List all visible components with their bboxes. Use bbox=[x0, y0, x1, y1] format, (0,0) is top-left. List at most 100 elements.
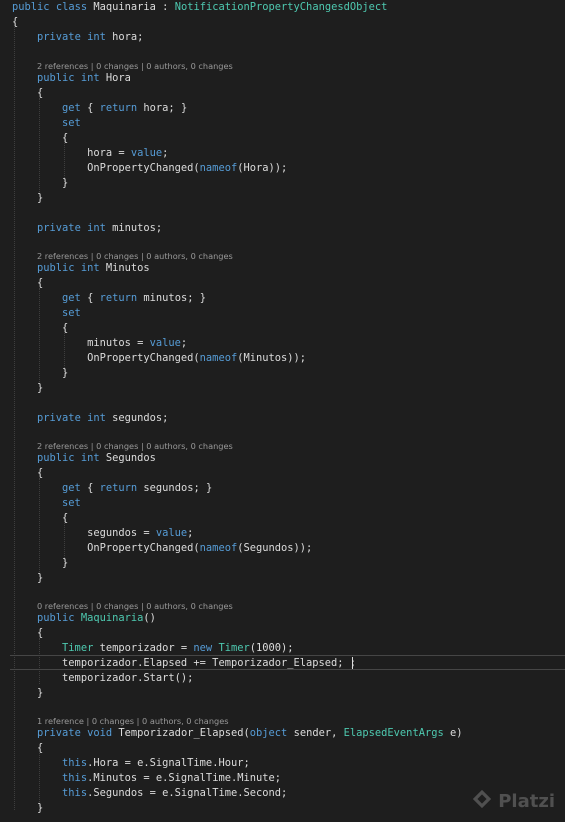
type-token: Timer bbox=[62, 642, 94, 654]
code-token: (Hora)); bbox=[237, 162, 288, 174]
code-token: Segundos bbox=[99, 452, 156, 464]
code-token: .Minutos = e.SignalTime.Minute; bbox=[87, 772, 282, 784]
platzi-logo-icon bbox=[471, 788, 493, 814]
code-line: OnPropertyChanged(nameof(Segundos)); bbox=[12, 541, 312, 556]
code-line: set bbox=[12, 496, 81, 511]
code-token: ; bbox=[180, 337, 188, 349]
code-editor[interactable]: public class Maquinaria : NotificationPr… bbox=[0, 0, 565, 822]
code-token: { bbox=[80, 102, 100, 114]
code-token: OnPropertyChanged( bbox=[12, 542, 200, 554]
code-line: segundos = value; bbox=[12, 526, 193, 541]
code-token: { bbox=[12, 87, 44, 99]
keyword-token: get bbox=[62, 102, 81, 114]
code-line: hora = value; bbox=[12, 146, 168, 161]
keyword-token: return bbox=[99, 102, 138, 114]
code-token: { bbox=[12, 467, 44, 479]
keyword-token: return bbox=[99, 292, 138, 304]
code-token: ; bbox=[187, 527, 194, 539]
code-token: Hora bbox=[99, 72, 131, 84]
keyword-token: private bbox=[37, 412, 81, 424]
code-token: segundos = bbox=[12, 527, 156, 539]
keyword-token: public bbox=[37, 452, 75, 464]
code-token: hora; } bbox=[137, 102, 188, 114]
code-token: sender, bbox=[287, 727, 344, 739]
keyword-token: int bbox=[87, 222, 106, 234]
code-line: { bbox=[12, 466, 43, 481]
code-token: } bbox=[12, 177, 69, 189]
code-line: OnPropertyChanged(nameof(Minutos)); bbox=[12, 351, 306, 366]
code-line: { bbox=[12, 626, 43, 641]
field-minutos: private int minutos; bbox=[12, 221, 162, 236]
code-token: } bbox=[12, 687, 44, 699]
code-token: ; bbox=[162, 147, 169, 159]
keyword-token: int bbox=[80, 262, 100, 274]
keyword-token: private bbox=[37, 222, 81, 234]
platzi-watermark: Platzi bbox=[471, 788, 555, 814]
code-line: this.Hora = e.SignalTime.Hour; bbox=[12, 756, 250, 771]
type-token: Maquinaria bbox=[80, 612, 144, 624]
keyword-token: value bbox=[149, 337, 181, 349]
code-line: get { return segundos; } bbox=[12, 481, 212, 496]
type-token: ElapsedEventArgs bbox=[343, 727, 444, 739]
keyword-token: public bbox=[37, 262, 75, 274]
code-token: segundos; } bbox=[137, 482, 213, 494]
code-token: { bbox=[12, 322, 69, 334]
code-token: (Minutos)); bbox=[237, 352, 307, 364]
keyword-token: set bbox=[62, 307, 81, 319]
code-token: } bbox=[12, 572, 44, 584]
code-token: Temporizador_Elapsed( bbox=[112, 727, 250, 739]
code-line: get { return minutos; } bbox=[12, 291, 206, 306]
code-line: OnPropertyChanged(nameof(Hora)); bbox=[12, 161, 287, 176]
keyword-token: nameof bbox=[199, 542, 238, 554]
type-token: Timer bbox=[218, 642, 250, 654]
code-token: } bbox=[12, 802, 44, 814]
code-line: } bbox=[12, 381, 43, 396]
codelens-text: 1 reference | 0 changes | 0 authors, 0 c… bbox=[37, 716, 229, 726]
watermark-text: Platzi bbox=[498, 790, 555, 812]
text-caret bbox=[352, 657, 353, 669]
keyword-token: public bbox=[12, 1, 50, 13]
code-token: { bbox=[80, 292, 100, 304]
code-token: temporizador.Start(); bbox=[12, 672, 194, 684]
code-token: .Segundos = e.SignalTime.Second; bbox=[87, 787, 288, 799]
code-token: segundos; bbox=[105, 412, 169, 424]
keyword-token: int bbox=[80, 452, 100, 464]
keyword-token: set bbox=[62, 497, 81, 509]
code-token: { bbox=[80, 482, 100, 494]
code-token: Maquinaria : bbox=[87, 1, 175, 13]
current-line: temporizador.Elapsed += Temporizador_Ela… bbox=[12, 656, 356, 671]
property-hora: public int Hora bbox=[12, 71, 131, 86]
code-token: OnPropertyChanged( bbox=[12, 162, 200, 174]
keyword-token: set bbox=[62, 117, 81, 129]
code-line: { bbox=[12, 86, 43, 101]
keyword-token: this bbox=[62, 772, 88, 784]
code-token: (Segundos)); bbox=[237, 542, 313, 554]
code-token: hora = bbox=[12, 147, 131, 159]
codelens-text: 2 references | 0 changes | 0 authors, 0 … bbox=[37, 441, 233, 451]
code-line: Timer temporizador = new Timer(1000); bbox=[12, 641, 294, 656]
code-line: } bbox=[12, 191, 43, 206]
code-token: } bbox=[12, 557, 69, 569]
class-declaration: public class Maquinaria : NotificationPr… bbox=[12, 0, 387, 15]
code-token: } bbox=[12, 367, 69, 379]
keyword-token: int bbox=[87, 412, 106, 424]
constructor-maquinaria: public Maquinaria() bbox=[12, 611, 156, 626]
method-temporizador-elapsed: private void Temporizador_Elapsed(object… bbox=[12, 726, 462, 741]
keyword-token: get bbox=[62, 482, 81, 494]
keyword-token: class bbox=[55, 1, 88, 13]
code-line: { bbox=[12, 276, 43, 291]
keyword-token: return bbox=[99, 482, 138, 494]
keyword-token: int bbox=[80, 72, 100, 84]
code-line: temporizador.Start(); bbox=[12, 671, 193, 686]
property-minutos: public int Minutos bbox=[12, 261, 150, 276]
